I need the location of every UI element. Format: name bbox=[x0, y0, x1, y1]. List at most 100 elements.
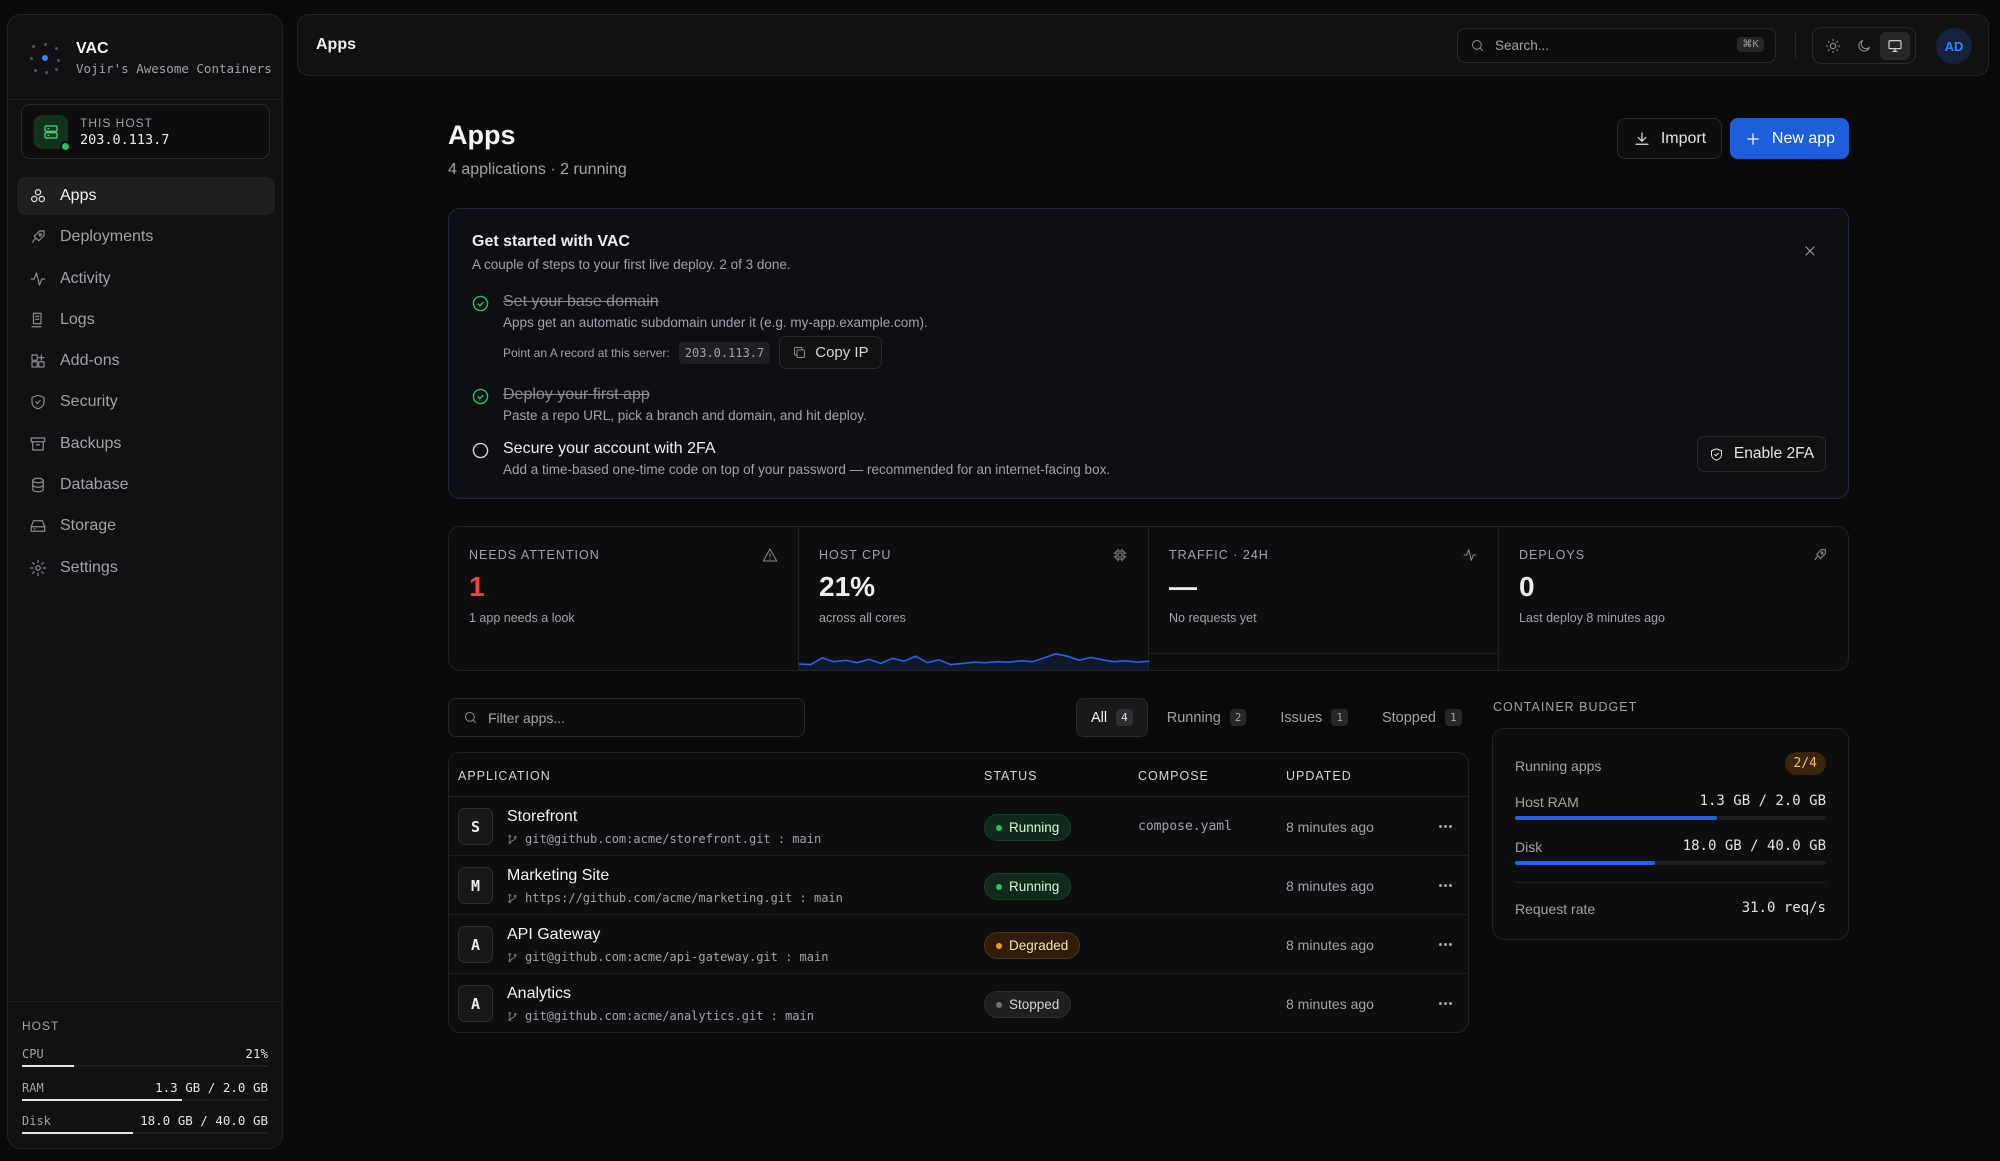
page-subtitle: 4 applications · 2 running bbox=[448, 161, 627, 178]
app-avatar: A bbox=[458, 926, 493, 963]
tab-label: Stopped bbox=[1381, 709, 1436, 726]
stat-value: 1.3 GB / 2.0 GB bbox=[155, 1079, 268, 1095]
status-dot-icon bbox=[996, 942, 1002, 949]
ram-bar bbox=[22, 1098, 268, 1101]
sidebar-item-label: Deployments bbox=[60, 228, 154, 246]
copy-ip-button[interactable]: Copy IP bbox=[779, 336, 882, 369]
repo-url: git@github.com:acme/storefront.git : mai… bbox=[525, 832, 822, 846]
pulse-icon bbox=[1463, 549, 1477, 561]
column-header-status[interactable]: STATUS bbox=[984, 769, 1037, 783]
sidebar-item-database[interactable]: Database bbox=[17, 466, 275, 504]
dark-theme-button[interactable] bbox=[1849, 32, 1879, 60]
tab-stopped[interactable]: Stopped 1 bbox=[1367, 698, 1477, 737]
filter-placeholder: Filter apps... bbox=[488, 709, 566, 726]
app-name[interactable]: Marketing Site bbox=[507, 867, 609, 885]
sidebar-item-security[interactable]: Security bbox=[17, 383, 275, 421]
updated-time: 8 minutes ago bbox=[1286, 937, 1374, 953]
sidebar-item-apps[interactable]: Apps bbox=[17, 177, 275, 215]
status-dot-icon bbox=[996, 824, 1002, 831]
getting-started-subtitle: A couple of steps to your first live dep… bbox=[472, 257, 791, 272]
row-menu-button[interactable] bbox=[1434, 816, 1456, 836]
filter-apps-input[interactable]: Filter apps... bbox=[448, 698, 805, 737]
row-menu-button[interactable] bbox=[1434, 875, 1456, 895]
host-label: THIS HOST bbox=[80, 115, 154, 130]
host-stats-header: HOST bbox=[22, 1019, 60, 1033]
tab-count: 4 bbox=[1116, 709, 1133, 726]
app-name[interactable]: Storefront bbox=[507, 808, 577, 826]
sidebar-item-backups[interactable]: Backups bbox=[17, 425, 275, 463]
status-badge: Degraded bbox=[984, 932, 1081, 959]
status-badge: Running bbox=[984, 814, 1072, 841]
tab-count: 1 bbox=[1444, 709, 1462, 726]
theme-switcher bbox=[1812, 27, 1916, 64]
row-menu-button[interactable] bbox=[1434, 993, 1456, 1013]
sidebar-item-storage[interactable]: Storage bbox=[17, 507, 275, 545]
close-button[interactable] bbox=[1802, 243, 1818, 259]
archive-icon bbox=[30, 437, 46, 451]
status-dot-icon bbox=[996, 1001, 1002, 1008]
stat-caption: 1 app needs a look bbox=[469, 611, 575, 625]
sidebar-item-label: Logs bbox=[60, 310, 95, 328]
app-name[interactable]: API Gateway bbox=[507, 926, 600, 944]
sidebar-item-activity[interactable]: Activity bbox=[17, 260, 275, 298]
apps-icon bbox=[31, 189, 45, 203]
stat-label: Disk bbox=[22, 1114, 51, 1128]
sidebar-item-settings[interactable]: Settings bbox=[17, 549, 275, 587]
sidebar-item-label: Add-ons bbox=[60, 352, 120, 370]
tab-all[interactable]: All 4 bbox=[1076, 698, 1148, 737]
sidebar-item-deployments[interactable]: Deployments bbox=[17, 218, 275, 256]
host-card[interactable]: THIS HOST 203.0.113.7 bbox=[21, 104, 270, 159]
server-icon bbox=[34, 114, 71, 152]
ram-progress-bar bbox=[1515, 816, 1826, 820]
circle-icon bbox=[472, 442, 489, 459]
updated-time: 8 minutes ago bbox=[1286, 996, 1374, 1012]
download-icon bbox=[1635, 131, 1649, 145]
check-circle-icon bbox=[472, 295, 489, 312]
stat-caption: No requests yet bbox=[1169, 611, 1257, 625]
search-input[interactable]: Search... ⌘K bbox=[1457, 28, 1776, 63]
app-repo: git@github.com:acme/storefront.git : mai… bbox=[507, 832, 821, 846]
divider bbox=[8, 99, 282, 100]
budget-label: Request rate bbox=[1515, 901, 1596, 917]
app-repo: git@github.com:acme/analytics.git : main bbox=[507, 1009, 814, 1023]
status-badge: Running bbox=[984, 873, 1072, 900]
column-header-application[interactable]: APPLICATION bbox=[458, 769, 551, 783]
updated-time: 8 minutes ago bbox=[1286, 878, 1374, 894]
budget-value: 31.0 req/s bbox=[1741, 900, 1826, 916]
table-row[interactable]: A Analytics git@github.com:acme/analytic… bbox=[449, 974, 1468, 1032]
updated-time: 8 minutes ago bbox=[1286, 819, 1374, 835]
budget-label: Disk bbox=[1515, 839, 1543, 855]
enable-2fa-button[interactable]: Enable 2FA bbox=[1697, 436, 1826, 472]
git-branch-icon bbox=[508, 952, 517, 962]
brand-subtitle: Vojir's Awesome Containers bbox=[76, 61, 272, 76]
import-button[interactable]: Import bbox=[1617, 118, 1722, 159]
table-row[interactable]: A API Gateway git@github.com:acme/api-ga… bbox=[449, 915, 1468, 974]
row-menu-button[interactable] bbox=[1434, 934, 1456, 954]
sidebar-item-label: Storage bbox=[60, 517, 117, 535]
git-branch-icon bbox=[508, 834, 517, 844]
new-app-button[interactable]: New app bbox=[1730, 118, 1849, 159]
column-header-updated[interactable]: UPDATED bbox=[1286, 769, 1352, 783]
table-row[interactable]: S Storefront git@github.com:acme/storefr… bbox=[449, 797, 1468, 856]
git-branch-icon bbox=[508, 1011, 517, 1021]
light-theme-button[interactable] bbox=[1818, 32, 1848, 60]
budget-running-apps: Running apps 2/4 bbox=[1515, 752, 1826, 775]
user-avatar[interactable]: AD bbox=[1936, 28, 1972, 64]
sidebar-item-logs[interactable]: Logs bbox=[17, 301, 275, 339]
sidebar-item-add-ons[interactable]: Add-ons bbox=[17, 342, 275, 380]
app-avatar: M bbox=[458, 867, 493, 904]
tab-issues[interactable]: Issues 1 bbox=[1265, 698, 1363, 737]
status-label: Stopped bbox=[1009, 997, 1060, 1012]
stats-row: NEEDS ATTENTION 1 1 app needs a look HOS… bbox=[448, 526, 1849, 671]
table-row[interactable]: M Marketing Site https://github.com/acme… bbox=[449, 856, 1468, 915]
stat-deploys: DEPLOYS 0 Last deploy 8 minutes ago bbox=[1499, 527, 1848, 670]
traffic-sparkline-baseline bbox=[1149, 653, 1498, 670]
app-name[interactable]: Analytics bbox=[507, 985, 571, 1003]
brand-name: VAC bbox=[76, 40, 109, 57]
column-header-compose[interactable]: COMPOSE bbox=[1138, 769, 1209, 783]
brand[interactable]: VAC Vojir's Awesome Containers bbox=[28, 33, 272, 83]
tab-running[interactable]: Running 2 bbox=[1152, 698, 1262, 737]
system-theme-button[interactable] bbox=[1880, 31, 1911, 60]
search-shortcut: ⌘K bbox=[1737, 37, 1764, 52]
stat-label: HOST CPU bbox=[819, 548, 892, 562]
